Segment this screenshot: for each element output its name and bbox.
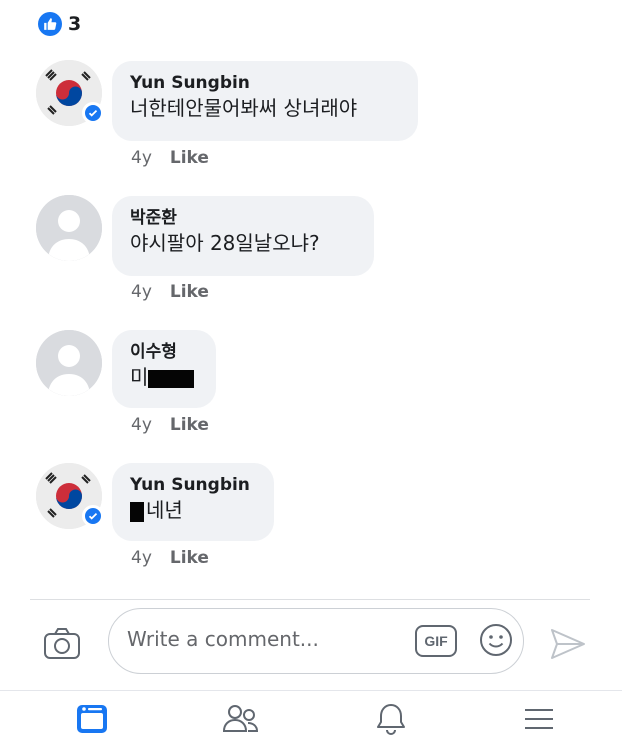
comment-meta: 4y Like	[131, 415, 209, 435]
menu-icon[interactable]	[517, 699, 561, 739]
comment-meta: 4y Like	[131, 148, 209, 168]
avatar[interactable]	[36, 60, 104, 126]
like-button[interactable]: Like	[170, 548, 209, 568]
send-icon[interactable]	[548, 626, 588, 662]
comment-meta: 4y Like	[131, 282, 209, 302]
comment-time[interactable]: 4y	[131, 548, 152, 568]
comment-input-placeholder: Write a comment...	[127, 627, 319, 651]
comment-composer: Write a comment... GIF	[0, 600, 622, 680]
like-icon	[38, 12, 62, 36]
default-avatar-icon	[36, 195, 102, 261]
bottom-tab-bar	[0, 690, 622, 750]
avatar[interactable]	[36, 195, 102, 261]
comment-author[interactable]: Yun Sungbin	[130, 474, 256, 496]
comment-author[interactable]: 박준환	[130, 207, 356, 229]
emoji-icon[interactable]	[479, 623, 513, 657]
comment-time[interactable]: 4y	[131, 148, 152, 168]
comment-author[interactable]: 이수형	[130, 341, 198, 363]
comment-bubble[interactable]: Yun Sungbin 너한테안물어봐써 상녀래야	[112, 61, 418, 141]
like-button[interactable]: Like	[170, 415, 209, 435]
redaction-mark	[148, 369, 195, 388]
like-button[interactable]: Like	[170, 148, 209, 168]
verified-badge-icon	[82, 102, 104, 124]
friends-icon[interactable]	[219, 699, 263, 739]
redaction-mark	[130, 501, 144, 522]
comment-text: 네년	[130, 496, 256, 524]
camera-icon[interactable]	[42, 626, 82, 662]
comment-time[interactable]: 4y	[131, 282, 152, 302]
comment-bubble[interactable]: Yun Sungbin 네년	[112, 463, 274, 541]
comment-text: 너한테안물어봐써 상녀래야	[130, 96, 358, 120]
gif-button[interactable]: GIF	[415, 625, 457, 657]
comment-time[interactable]: 4y	[131, 415, 152, 435]
verified-badge-icon	[82, 505, 104, 527]
comment-text: 미	[130, 363, 198, 391]
reaction-summary[interactable]: 3	[38, 12, 81, 36]
comment-bubble[interactable]: 이수형 미	[112, 330, 216, 408]
comment-text-visible: 네년	[146, 498, 183, 522]
like-button[interactable]: Like	[170, 282, 209, 302]
feed-icon[interactable]	[70, 699, 114, 739]
avatar[interactable]	[36, 463, 104, 529]
comment-input[interactable]: Write a comment... GIF	[108, 608, 524, 674]
comment-text-visible: 미	[130, 365, 149, 389]
notifications-icon[interactable]	[369, 699, 413, 739]
avatar[interactable]	[36, 330, 102, 396]
comment-author[interactable]: Yun Sungbin	[130, 72, 400, 94]
comment-bubble[interactable]: 박준환 야시팔아 28일날오냐?	[112, 196, 374, 276]
reaction-count: 3	[68, 13, 82, 35]
comment-text: 야시팔아 28일날오냐?	[130, 231, 320, 255]
default-avatar-icon	[36, 330, 102, 396]
comment-meta: 4y Like	[131, 548, 209, 568]
